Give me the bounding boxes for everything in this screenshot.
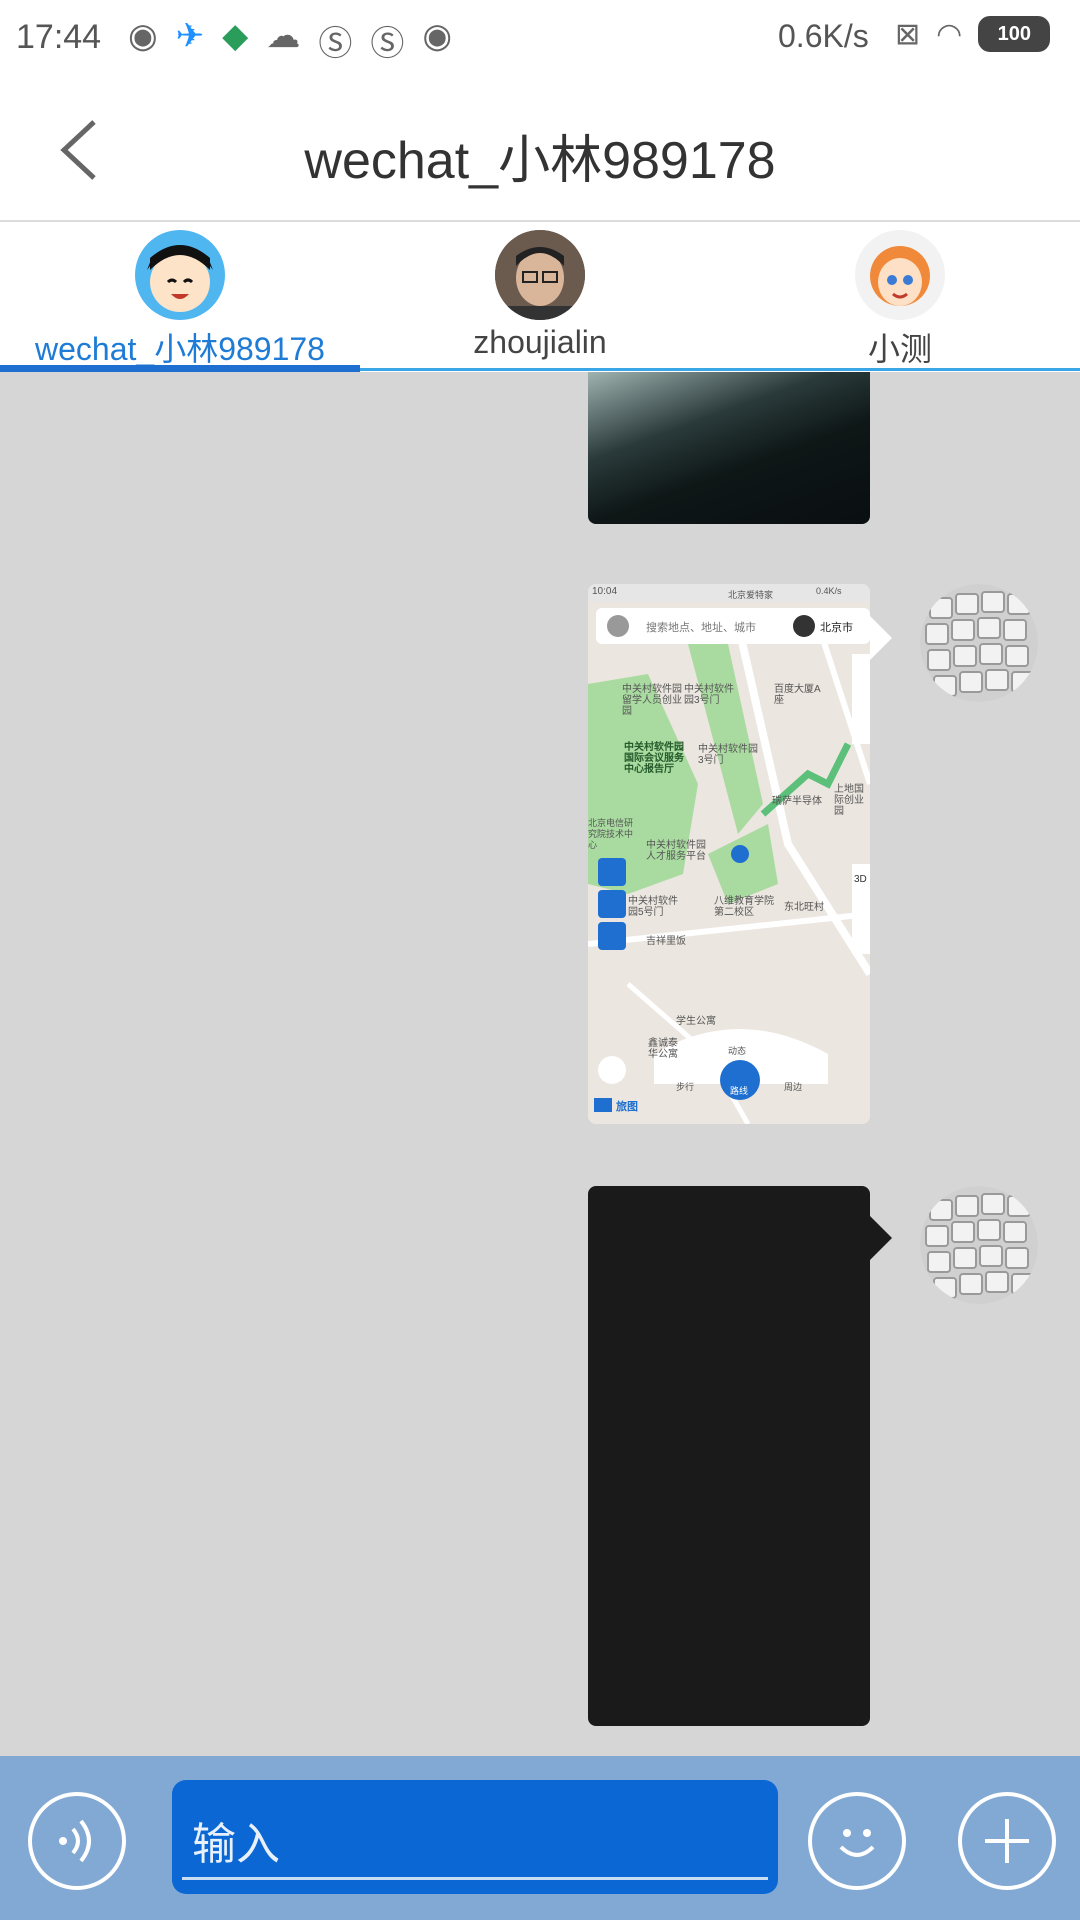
status-time: 17:44 bbox=[16, 18, 102, 56]
avatar bbox=[495, 230, 585, 320]
map-nav-label: 路线 bbox=[730, 1086, 749, 1096]
contact-tabs: wechat_小林989178 zhoujialin 小测 bbox=[0, 222, 1080, 373]
keyboard-avatar-image bbox=[920, 584, 1038, 702]
net-speed: 0.6K/s bbox=[778, 18, 869, 54]
map-nav-label: 动态 bbox=[728, 1046, 747, 1056]
title-bar: wechat_小林989178 bbox=[0, 74, 1080, 222]
emoji-button[interactable] bbox=[808, 1792, 906, 1890]
input-placeholder: 输入 bbox=[192, 1820, 280, 1869]
avatar bbox=[855, 230, 945, 320]
notification-icons: ◉ ✈ ◆ ☁ Ⓢ Ⓢ ◉ bbox=[128, 16, 452, 65]
map-nav-label: 步行 bbox=[676, 1082, 695, 1092]
map-poi: 东北旺村 bbox=[784, 902, 824, 913]
map-poi: 中关村软件园留学人员创业园 bbox=[622, 684, 682, 717]
avatar bbox=[135, 230, 225, 320]
record-icon: ◉ bbox=[128, 17, 158, 55]
more-button[interactable] bbox=[958, 1792, 1056, 1890]
map-poi: 吉祥里饭 bbox=[646, 936, 686, 947]
avatar[interactable] bbox=[920, 1186, 1038, 1304]
message-input[interactable]: 输入 bbox=[172, 1780, 778, 1894]
map-city: 北京市 bbox=[820, 622, 853, 634]
map-poi: 中关村软件园国际会议服务中心报告厅 bbox=[624, 742, 684, 775]
map-image bbox=[588, 584, 870, 1124]
tab-zhoujialin[interactable]: zhoujialin bbox=[360, 222, 720, 368]
plus-icon bbox=[985, 1819, 1029, 1863]
map-poi: 中关村软件园5号门 bbox=[628, 896, 678, 918]
image-message[interactable] bbox=[588, 1186, 870, 1726]
bubble-tip bbox=[870, 1216, 892, 1260]
avatar[interactable] bbox=[920, 584, 1038, 702]
map-poi: 上地国际创业园 bbox=[834, 784, 864, 817]
status-bar: 17:44 ◉ ✈ ◆ ☁ Ⓢ Ⓢ ◉ 0.6K/s ⊠ ◠ 100 bbox=[0, 0, 1080, 74]
map-poi: 学生公寓 bbox=[676, 1016, 716, 1027]
map-poi: 中关村软件园人才服务平台 bbox=[646, 840, 706, 862]
tab-xiaoce[interactable]: 小测 bbox=[720, 222, 1080, 368]
map-poi: 北京电信研究院技术中心 bbox=[588, 818, 634, 850]
map-status-speed: 0.4K/s bbox=[816, 586, 842, 596]
page-title: wechat_小林989178 bbox=[304, 132, 776, 190]
map-brand: 旅图 bbox=[616, 1101, 638, 1113]
wifi-icon: ◠ bbox=[936, 17, 963, 51]
record-icon: ◉ bbox=[422, 17, 452, 55]
image-message[interactable] bbox=[588, 372, 870, 524]
voice-icon bbox=[59, 1819, 91, 1863]
map-status-time: 10:04 bbox=[592, 586, 618, 597]
map-status-place: 北京爱特家 bbox=[728, 590, 774, 600]
map-nav-label: 周边 bbox=[784, 1082, 803, 1092]
s-app-icon: Ⓢ bbox=[370, 25, 405, 63]
input-bar: 输入 bbox=[0, 1756, 1080, 1920]
cloud-icon: ☁ bbox=[266, 17, 301, 55]
voice-button[interactable] bbox=[28, 1792, 126, 1890]
map-poi: 八维教育学院第二校区 bbox=[714, 896, 774, 918]
map-poi: 百度大厦A座 bbox=[774, 684, 821, 706]
app-icon: ◆ bbox=[222, 17, 249, 55]
s-app-icon: Ⓢ bbox=[318, 25, 353, 63]
map-search-placeholder: 搜索地点、地址、城市 bbox=[646, 622, 756, 634]
map-poi: 中关村软件园3号门 bbox=[684, 684, 734, 706]
tab-wechat-xiaolin[interactable]: wechat_小林989178 bbox=[0, 222, 360, 368]
map-poi: 瑞萨半导体 bbox=[772, 796, 822, 807]
input-underline bbox=[182, 1877, 768, 1880]
map-3d-button: 3D bbox=[854, 874, 867, 885]
tab-label: wechat_小林989178 bbox=[35, 331, 325, 367]
bubble-tip bbox=[870, 616, 892, 660]
tab-label: zhoujialin bbox=[473, 324, 607, 360]
map-poi: 鑫诚泰华公寓 bbox=[648, 1038, 678, 1060]
chat-area[interactable]: 10:04 北京爱特家 0.4K/s 搜索地点、地址、城市 北京市 中关村软件园… bbox=[0, 372, 1080, 1756]
no-sim-icon: ⊠ bbox=[895, 17, 921, 51]
battery-icon: 100 bbox=[978, 16, 1051, 52]
map-poi: 中关村软件园3号门 bbox=[698, 744, 758, 766]
plane-icon: ✈ bbox=[175, 17, 205, 55]
keyboard-avatar-image bbox=[920, 1186, 1038, 1304]
map-screenshot-message[interactable]: 10:04 北京爱特家 0.4K/s 搜索地点、地址、城市 北京市 中关村软件园… bbox=[588, 584, 870, 1124]
tab-label: 小测 bbox=[867, 331, 932, 367]
smiley-icon bbox=[839, 1829, 875, 1857]
